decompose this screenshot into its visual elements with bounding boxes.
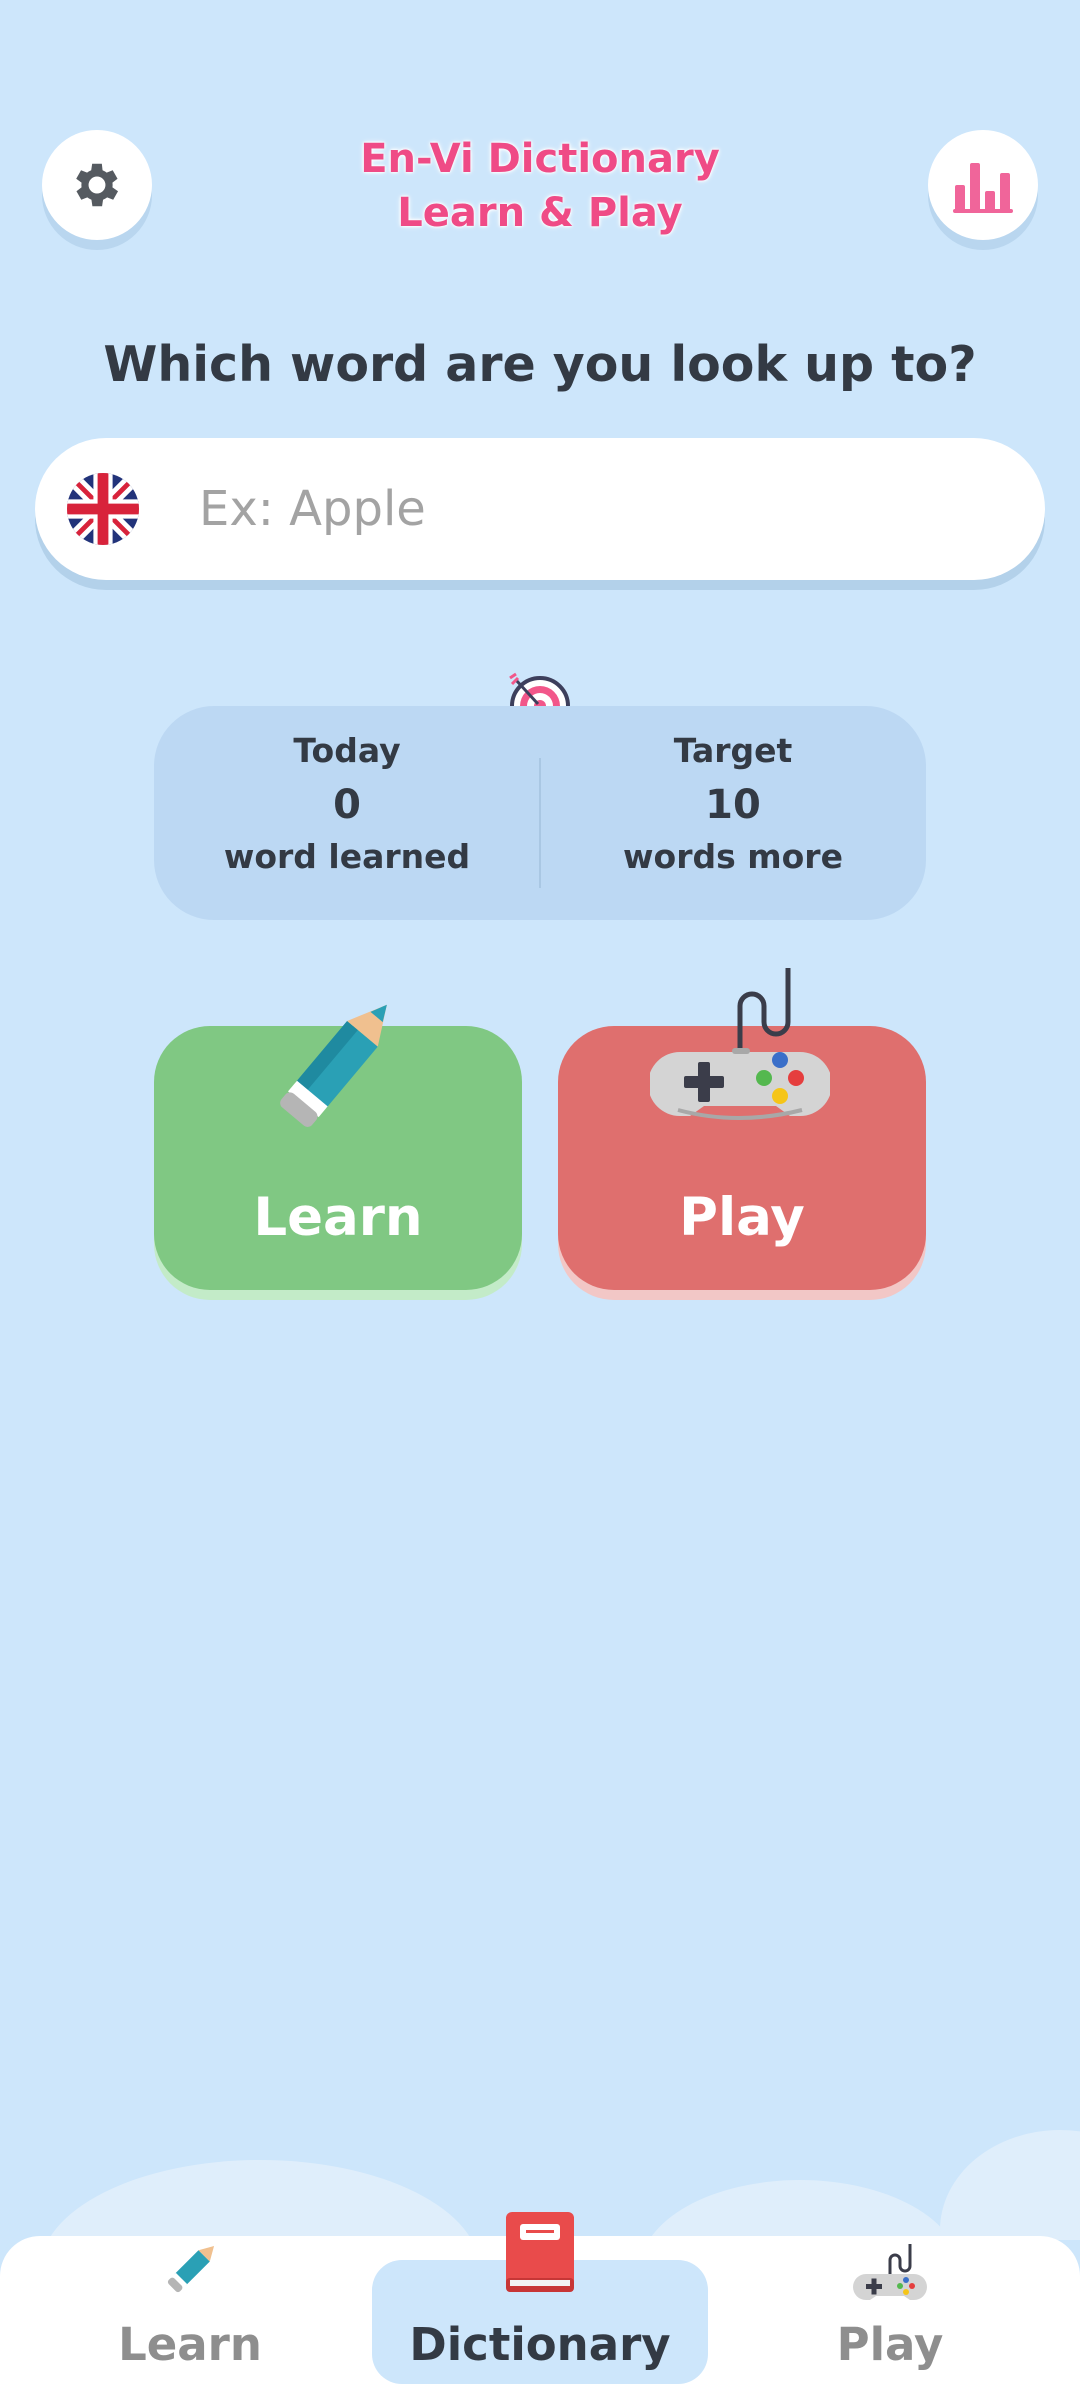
target-count: 10 xyxy=(705,782,761,828)
pencil-icon xyxy=(167,2245,215,2293)
target-label: Target xyxy=(673,731,793,770)
app-title-line1: En-Vi Dictionary xyxy=(360,136,720,182)
gamepad-icon xyxy=(650,968,830,1120)
nav-label-dictionary: Dictionary xyxy=(409,2318,671,2371)
today-count: 0 xyxy=(333,782,361,828)
search-prompt: Which word are you look up to? xyxy=(103,336,977,393)
progress-card: Today 0 word learned Target 10 words mor… xyxy=(154,706,926,920)
nav-tab-play[interactable]: Play xyxy=(722,2244,1058,2384)
pencil-icon xyxy=(280,1004,387,1127)
nav-label-play: Play xyxy=(836,2318,944,2371)
bottom-navigation: Learn Dictionary Play xyxy=(0,2212,1080,2400)
gamepad-icon xyxy=(853,2244,927,2300)
today-stat: Today 0 word learned xyxy=(154,728,540,878)
uk-flag-icon[interactable] xyxy=(67,473,139,545)
search-input[interactable] xyxy=(199,481,979,537)
nav-tab-learn[interactable]: Learn xyxy=(22,2245,358,2384)
search-box[interactable] xyxy=(35,438,1045,580)
target-stat: Target 10 words more xyxy=(540,728,926,878)
learn-button-label: Learn xyxy=(253,1187,423,1248)
nav-tab-dictionary[interactable]: Dictionary xyxy=(372,2212,708,2384)
book-icon xyxy=(506,2212,574,2292)
today-label: Today xyxy=(293,731,401,770)
nav-label-learn: Learn xyxy=(118,2318,262,2371)
today-subtext: word learned xyxy=(223,837,471,876)
bar-chart-icon xyxy=(953,163,1013,213)
target-subtext: words more xyxy=(623,837,843,876)
app-title-line2: Learn & Play xyxy=(397,190,683,236)
app-title: En-Vi Dictionary Learn & Play xyxy=(0,132,1080,240)
statistics-button[interactable] xyxy=(928,130,1038,240)
play-button-label: Play xyxy=(679,1187,805,1248)
